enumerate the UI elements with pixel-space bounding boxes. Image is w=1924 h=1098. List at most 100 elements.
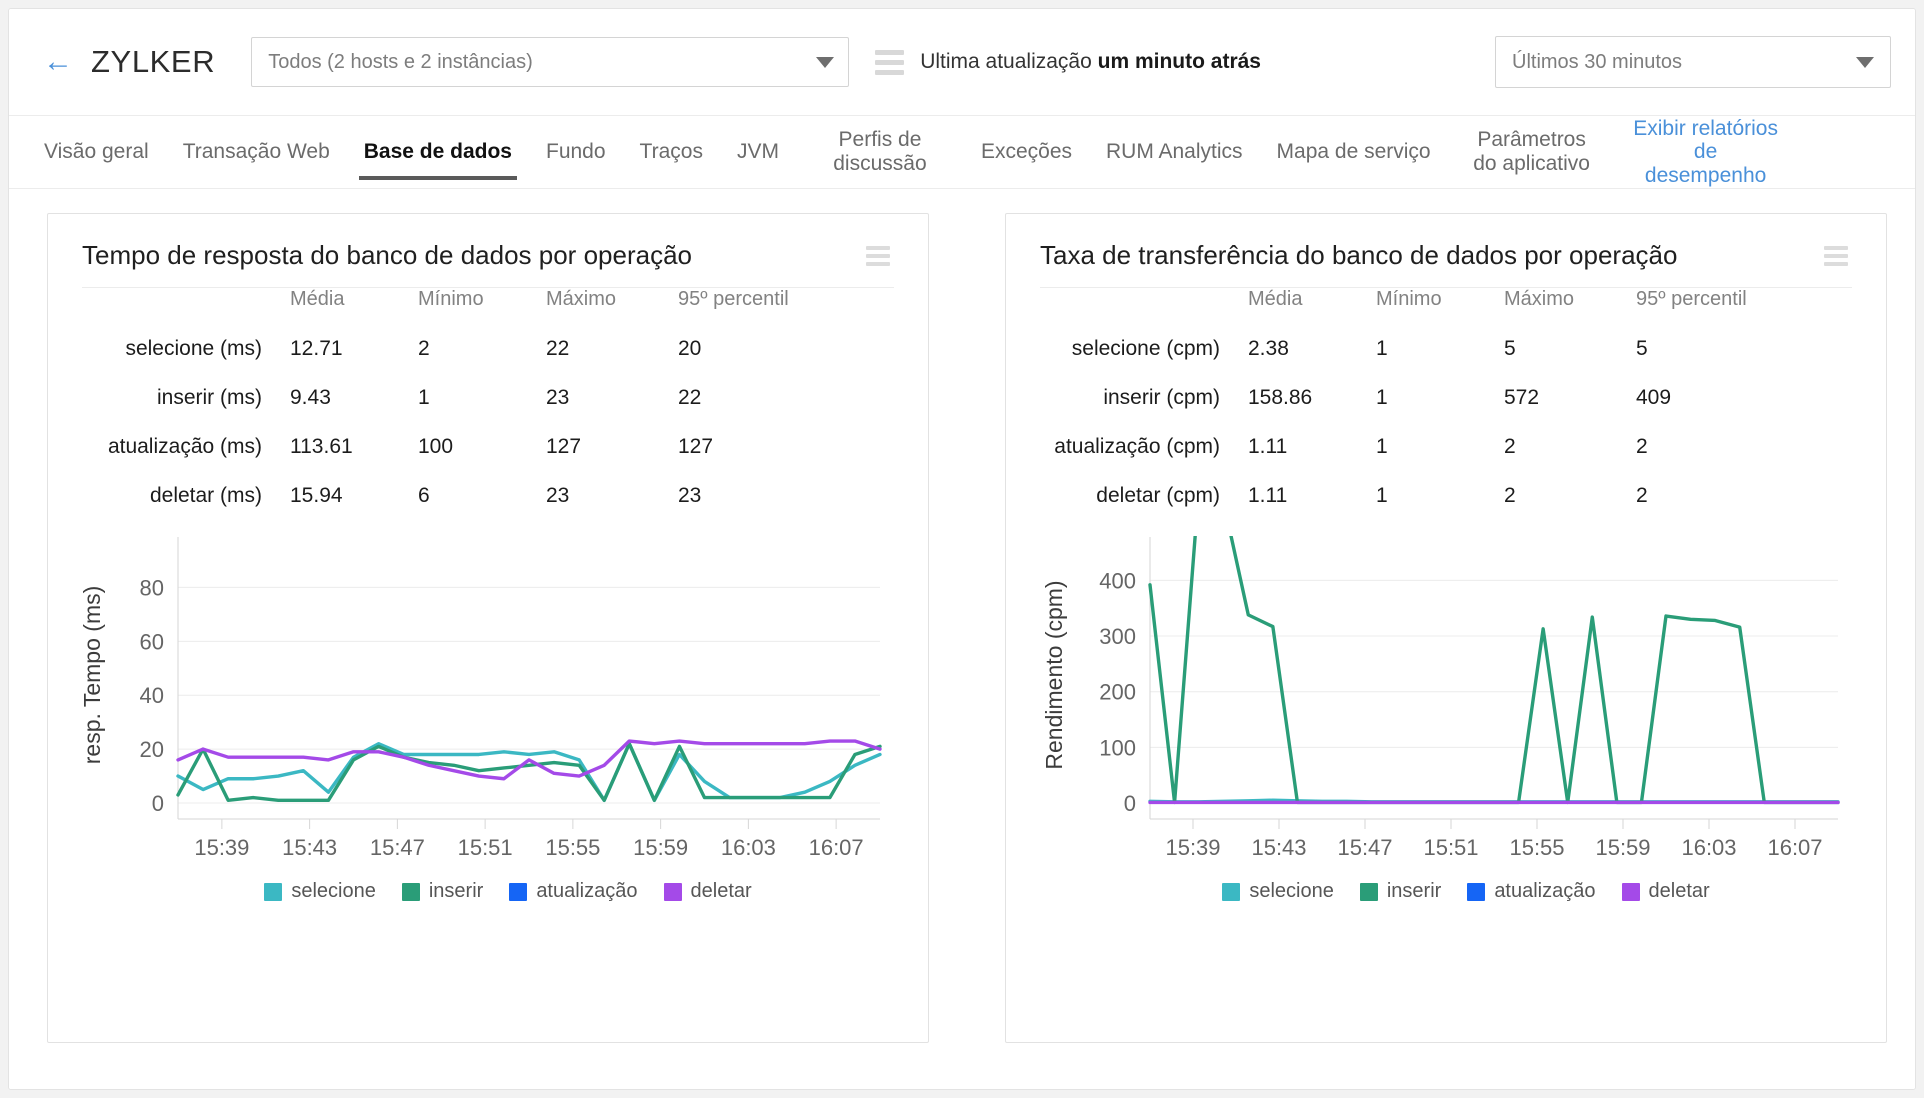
table-row: selecione (ms) 12.71 2 22 20 — [48, 337, 928, 386]
table-row: inserir (cpm) 158.86 1 572 409 — [1006, 386, 1886, 435]
hamburger-bar — [875, 59, 905, 65]
legend-swatch-icon — [663, 882, 682, 901]
table-cell: 5 — [1504, 337, 1516, 360]
host-filter-select[interactable]: Todos (2 hosts e 2 instâncias) — [251, 37, 850, 87]
table-cell: 22 — [546, 337, 570, 360]
column-header: Mínimo — [418, 288, 484, 310]
row-label: atualização (cpm) — [1054, 435, 1220, 458]
column-header: Máximo — [546, 288, 617, 310]
arrow-left-icon[interactable]: ← — [43, 47, 73, 77]
legend-label: selecione — [1249, 880, 1334, 902]
legend-item-deletar[interactable]: deletar — [1621, 880, 1710, 903]
x-tick-label: 15:43 — [1251, 835, 1306, 860]
card-title: Tempo de resposta do banco de dados por … — [82, 240, 692, 270]
legend-item-atualiza-o[interactable]: atualização — [1467, 880, 1596, 903]
table-cell: 127 — [546, 435, 582, 458]
legend-swatch-icon — [1467, 882, 1486, 901]
card-database-throughput: Taxa de transferência do banco de dados … — [1005, 213, 1887, 1043]
tab-rum-analytics[interactable]: RUM Analytics — [1089, 116, 1260, 188]
y-tick-label: 0 — [152, 791, 164, 816]
legend-label: inserir — [1386, 880, 1442, 902]
x-tick-label: 16:07 — [809, 835, 864, 860]
card-menu-icon[interactable] — [1820, 242, 1852, 270]
app-header: ← ZYLKER Todos (2 hosts e 2 instâncias) … — [9, 9, 1915, 116]
tab-vis-o-geral[interactable]: Visão geral — [27, 116, 166, 188]
table-cell: 6 — [418, 484, 430, 507]
table-header-row: Média Mínimo Máximo 95º percentil — [48, 288, 928, 337]
stats-table: Média Mínimo Máximo 95º percentil selecione … — [48, 288, 928, 533]
x-tick-label: 15:39 — [194, 835, 249, 860]
dashboard-content: Tempo de resposta do banco de dados por … — [9, 189, 1915, 1089]
legend-label: deletar — [690, 880, 752, 902]
legend-label: atualização — [1494, 880, 1596, 902]
x-tick-label: 15:39 — [1165, 835, 1220, 860]
card-database-response-time: Tempo de resposta do banco de dados por … — [47, 213, 929, 1043]
table-cell: 23 — [546, 386, 570, 409]
hamburger-icon[interactable] — [875, 49, 905, 75]
tab-tra-os[interactable]: Traços — [623, 116, 720, 188]
table-header-row: Média Mínimo Máximo 95º percentil — [1006, 288, 1886, 337]
x-tick-label: 15:47 — [1337, 835, 1392, 860]
tab-jvm[interactable]: JVM — [720, 116, 796, 188]
line-chart[interactable]: 0 100 200 300 400 Rendimento (cpm) 15:39 15:43 1… — [1032, 482, 1852, 865]
y-tick-label: 200 — [1099, 680, 1136, 705]
hamburger-bar — [875, 49, 905, 55]
tab-transa-o-web[interactable]: Transação Web — [166, 116, 347, 188]
last-update-text: Ultima atualização um minuto atrás — [920, 50, 1261, 74]
chart-legend: selecione inserir atualização deletar — [48, 880, 928, 903]
card-menu-icon[interactable] — [862, 242, 894, 270]
tab-fundo[interactable]: Fundo — [529, 116, 623, 188]
legend-label: atualização — [536, 880, 638, 902]
series-line-selecione — [176, 742, 882, 803]
x-tick-label: 16:07 — [1767, 835, 1822, 860]
tab-exce-es[interactable]: Exceções — [964, 116, 1089, 188]
tab-base-de-dados[interactable]: Base de dados — [347, 116, 529, 188]
x-tick-label: 15:59 — [1595, 835, 1650, 860]
card-menu-bar — [866, 261, 890, 266]
legend-item-atualiza-o[interactable]: atualização — [509, 880, 638, 903]
tab-exibir-relat-rios-de-desempenho[interactable]: Exibir relatórios de desempenho — [1616, 116, 1796, 188]
table-cell: 1.11 — [1248, 484, 1288, 507]
row-label: atualização (ms) — [107, 435, 262, 458]
time-range-select[interactable]: Últimos 30 minutos — [1495, 36, 1891, 88]
tab-perfis-de-discuss-o[interactable]: Perfis de discussão — [796, 116, 964, 188]
card-menu-bar — [866, 253, 890, 258]
card-header: Taxa de transferência do banco de dados … — [1006, 214, 1886, 271]
table-cell: 113.61 — [290, 435, 353, 458]
chart-top-mask — [74, 535, 894, 536]
legend-swatch-icon — [1222, 882, 1241, 901]
legend-item-selecione[interactable]: selecione — [264, 880, 376, 903]
table-cell: 1 — [418, 386, 430, 409]
x-tick-label: 16:03 — [1681, 835, 1736, 860]
legend-label: selecione — [291, 880, 376, 902]
x-tick-label: 15:47 — [370, 835, 425, 860]
y-tick-label: 0 — [1124, 791, 1136, 816]
line-chart[interactable]: 0 20 40 60 80 resp. Tempo (ms) 15:39 15:43 15:47… — [74, 535, 894, 865]
x-tick-label: 15:51 — [458, 835, 513, 860]
card-menu-bar — [1824, 261, 1848, 266]
hamburger-bar — [875, 69, 905, 75]
main-tabs: Visão geral Transação Web Base de dados Fun… — [9, 116, 1915, 189]
table-row: deletar (cpm) 1.11 1 2 2 — [1006, 484, 1886, 533]
table-row: atualização (ms) 113.61 100 127 127 — [48, 435, 928, 484]
card-menu-bar — [1824, 245, 1848, 250]
legend-item-inserir[interactable]: inserir — [1359, 880, 1442, 903]
legend-item-deletar[interactable]: deletar — [663, 880, 752, 903]
legend-swatch-icon — [401, 882, 420, 901]
x-tick-label: 15:43 — [282, 835, 337, 860]
last-update-prefix: Ultima atualização — [920, 50, 1098, 73]
table-cell: 2 — [1504, 435, 1516, 458]
table-cell: 1.11 — [1248, 435, 1288, 458]
legend-item-inserir[interactable]: inserir — [401, 880, 483, 903]
tab-par-metros-do-aplicativo[interactable]: Parâmetros do aplicativo — [1448, 116, 1616, 188]
card-header: Tempo de resposta do banco de dados por … — [48, 214, 928, 271]
x-tick-label: 15:55 — [545, 835, 600, 860]
legend-label: deletar — [1648, 880, 1710, 902]
card-menu-bar — [866, 245, 890, 250]
legend-item-selecione[interactable]: selecione — [1222, 880, 1334, 903]
chart-container: 0 100 200 300 400 Rendimento (cpm) 15:39 15:43 1… — [1006, 482, 1886, 870]
y-tick-label: 80 — [140, 575, 164, 600]
tab-mapa-de-servi-o[interactable]: Mapa de serviço — [1260, 116, 1448, 188]
y-tick-label: 40 — [140, 683, 164, 708]
chart-top-mask — [1032, 535, 1852, 536]
